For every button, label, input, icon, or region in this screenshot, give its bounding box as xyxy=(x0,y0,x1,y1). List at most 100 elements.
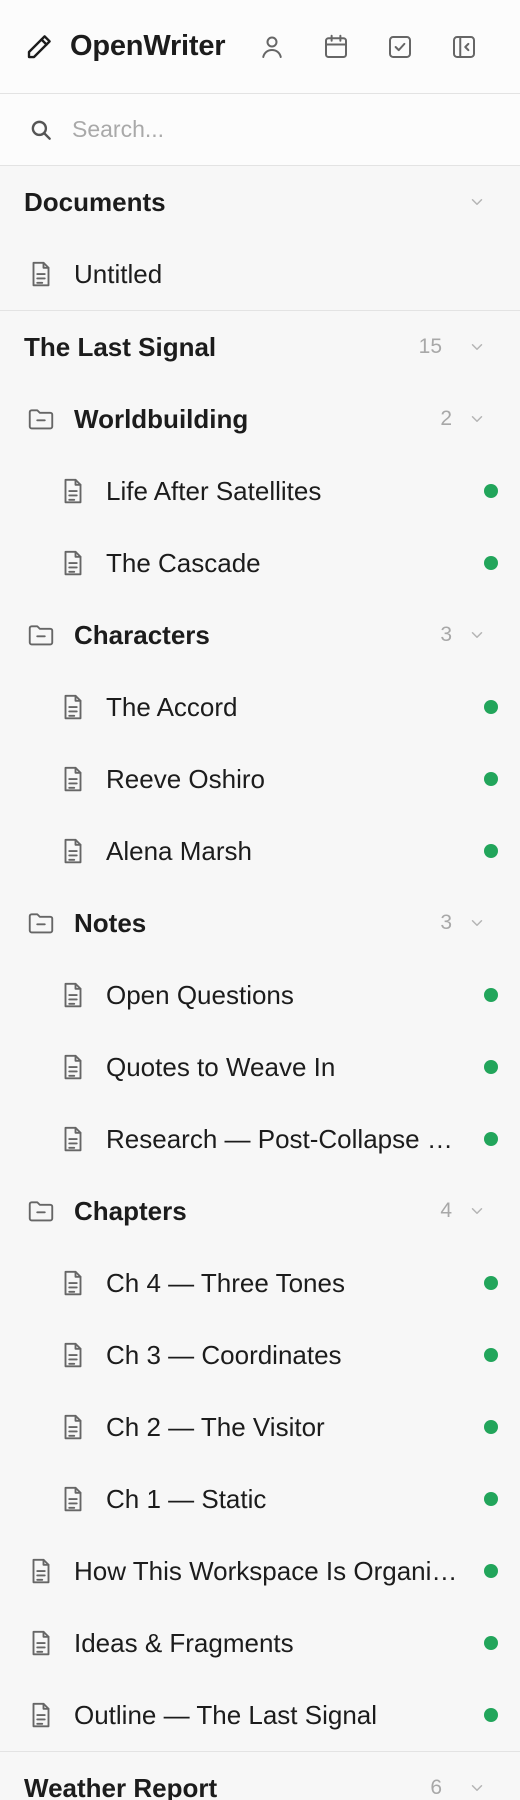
document-icon xyxy=(26,1556,56,1586)
document-icon xyxy=(58,1340,88,1370)
folder-count: 3 xyxy=(440,911,452,934)
sidebar-header: OpenWriter xyxy=(0,0,520,94)
collapse-sidebar-icon xyxy=(453,35,475,58)
chevron-down-icon[interactable] xyxy=(466,336,488,358)
pencil-icon xyxy=(24,32,54,62)
search-input[interactable] xyxy=(72,116,492,143)
document-item[interactable]: Ideas & Fragments xyxy=(0,1607,520,1679)
document-item[interactable]: Open Questions xyxy=(0,959,520,1031)
section-count: 15 xyxy=(418,335,442,358)
section-title: Weather Report xyxy=(24,1772,218,1800)
document-icon xyxy=(58,1412,88,1442)
document-item[interactable]: Alena Marsh xyxy=(0,815,520,887)
document-icon xyxy=(58,764,88,794)
document-icon xyxy=(26,259,56,289)
document-item[interactable]: Ch 2 — The Visitor xyxy=(0,1391,520,1463)
document-item[interactable]: Quotes to Weave In xyxy=(0,1031,520,1103)
chevron-down-icon[interactable] xyxy=(466,912,488,934)
document-label: Reeve Oshiro xyxy=(106,763,265,794)
document-label: Alena Marsh xyxy=(106,835,252,866)
status-dot xyxy=(484,988,498,1002)
section-the-last-signal: The Last Signal 15 Worldbuilding 2 Life … xyxy=(0,311,520,1752)
document-label: Outline — The Last Signal xyxy=(74,1699,378,1730)
status-dot xyxy=(484,1348,498,1362)
folder-count: 2 xyxy=(440,407,452,430)
status-dot xyxy=(484,844,498,858)
document-item[interactable]: Ch 4 — Three Tones xyxy=(0,1247,520,1319)
folder-count: 3 xyxy=(440,623,452,646)
document-item[interactable]: Research — Post-Collapse Communications xyxy=(0,1103,520,1175)
document-item[interactable]: Ch 3 — Coordinates xyxy=(0,1319,520,1391)
status-dot xyxy=(484,772,498,786)
chevron-down-icon[interactable] xyxy=(466,1200,488,1222)
document-icon xyxy=(58,476,88,506)
folder-worldbuilding[interactable]: Worldbuilding 2 xyxy=(0,383,520,455)
status-dot xyxy=(484,1564,498,1578)
chevron-down-icon[interactable] xyxy=(466,624,488,646)
status-dot xyxy=(484,1492,498,1506)
folder-notes[interactable]: Notes 3 xyxy=(0,887,520,959)
checkbox-icon xyxy=(389,35,411,58)
user-icon xyxy=(262,36,282,58)
document-icon xyxy=(58,1484,88,1514)
status-dot xyxy=(484,1132,498,1146)
document-item[interactable]: Untitled xyxy=(0,238,520,310)
calendar-icon xyxy=(325,34,347,58)
document-label: Life After Satellites xyxy=(106,475,322,506)
document-icon xyxy=(58,980,88,1010)
section-title: The Last Signal xyxy=(24,331,217,362)
folder-icon xyxy=(26,1196,56,1226)
document-item[interactable]: Ch 1 — Static xyxy=(0,1463,520,1535)
document-item[interactable]: The Accord xyxy=(0,671,520,743)
section-documents: Documents Untitled xyxy=(0,166,520,311)
calendar-button[interactable] xyxy=(304,15,368,79)
tasks-button[interactable] xyxy=(368,15,432,79)
document-label: The Accord xyxy=(106,691,238,722)
folder-label: Characters xyxy=(74,619,210,650)
collapse-sidebar-button[interactable] xyxy=(432,15,496,79)
document-icon xyxy=(58,1124,88,1154)
header-actions xyxy=(240,15,496,79)
document-label: Ch 2 — The Visitor xyxy=(106,1411,325,1442)
profile-button[interactable] xyxy=(240,15,304,79)
chevron-down-icon[interactable] xyxy=(466,1777,488,1799)
chevron-down-icon[interactable] xyxy=(466,408,488,430)
document-item[interactable]: The Cascade xyxy=(0,527,520,599)
section-title: Documents xyxy=(24,186,166,217)
status-dot xyxy=(484,1420,498,1434)
document-item[interactable]: Reeve Oshiro xyxy=(0,743,520,815)
status-dot xyxy=(484,700,498,714)
document-label: Ch 3 — Coordinates xyxy=(106,1339,342,1370)
document-label: Ch 1 — Static xyxy=(106,1483,267,1514)
search-bar xyxy=(0,94,520,166)
chevron-down-icon[interactable] xyxy=(466,191,488,213)
document-label: Open Questions xyxy=(106,979,294,1010)
document-icon xyxy=(26,1700,56,1730)
section-count: 6 xyxy=(430,1776,442,1799)
folder-label: Chapters xyxy=(74,1195,187,1226)
search-icon xyxy=(28,117,54,143)
folder-characters[interactable]: Characters 3 xyxy=(0,599,520,671)
document-icon xyxy=(58,1268,88,1298)
folder-chapters[interactable]: Chapters 4 xyxy=(0,1175,520,1247)
document-label: Ch 4 — Three Tones xyxy=(106,1267,345,1298)
folder-icon xyxy=(26,908,56,938)
document-label: Ideas & Fragments xyxy=(74,1627,294,1658)
section-header-the-last-signal[interactable]: The Last Signal 15 xyxy=(0,311,520,383)
document-item[interactable]: How This Workspace Is Organized xyxy=(0,1535,520,1607)
status-dot xyxy=(484,484,498,498)
status-dot xyxy=(484,1708,498,1722)
status-dot xyxy=(484,556,498,570)
document-label: How This Workspace Is Organized xyxy=(74,1555,468,1586)
document-item[interactable]: Outline — The Last Signal xyxy=(0,1679,520,1751)
document-label: The Cascade xyxy=(106,547,261,578)
document-item[interactable]: Life After Satellites xyxy=(0,455,520,527)
folder-label: Notes xyxy=(74,907,147,938)
section-header-documents[interactable]: Documents xyxy=(0,166,520,238)
folder-icon xyxy=(26,404,56,434)
folder-count: 4 xyxy=(440,1199,452,1222)
document-label: Quotes to Weave In xyxy=(106,1051,336,1082)
app-title: OpenWriter xyxy=(70,30,226,62)
document-icon xyxy=(58,1052,88,1082)
section-header-weather-report[interactable]: Weather Report 6 xyxy=(0,1752,520,1800)
